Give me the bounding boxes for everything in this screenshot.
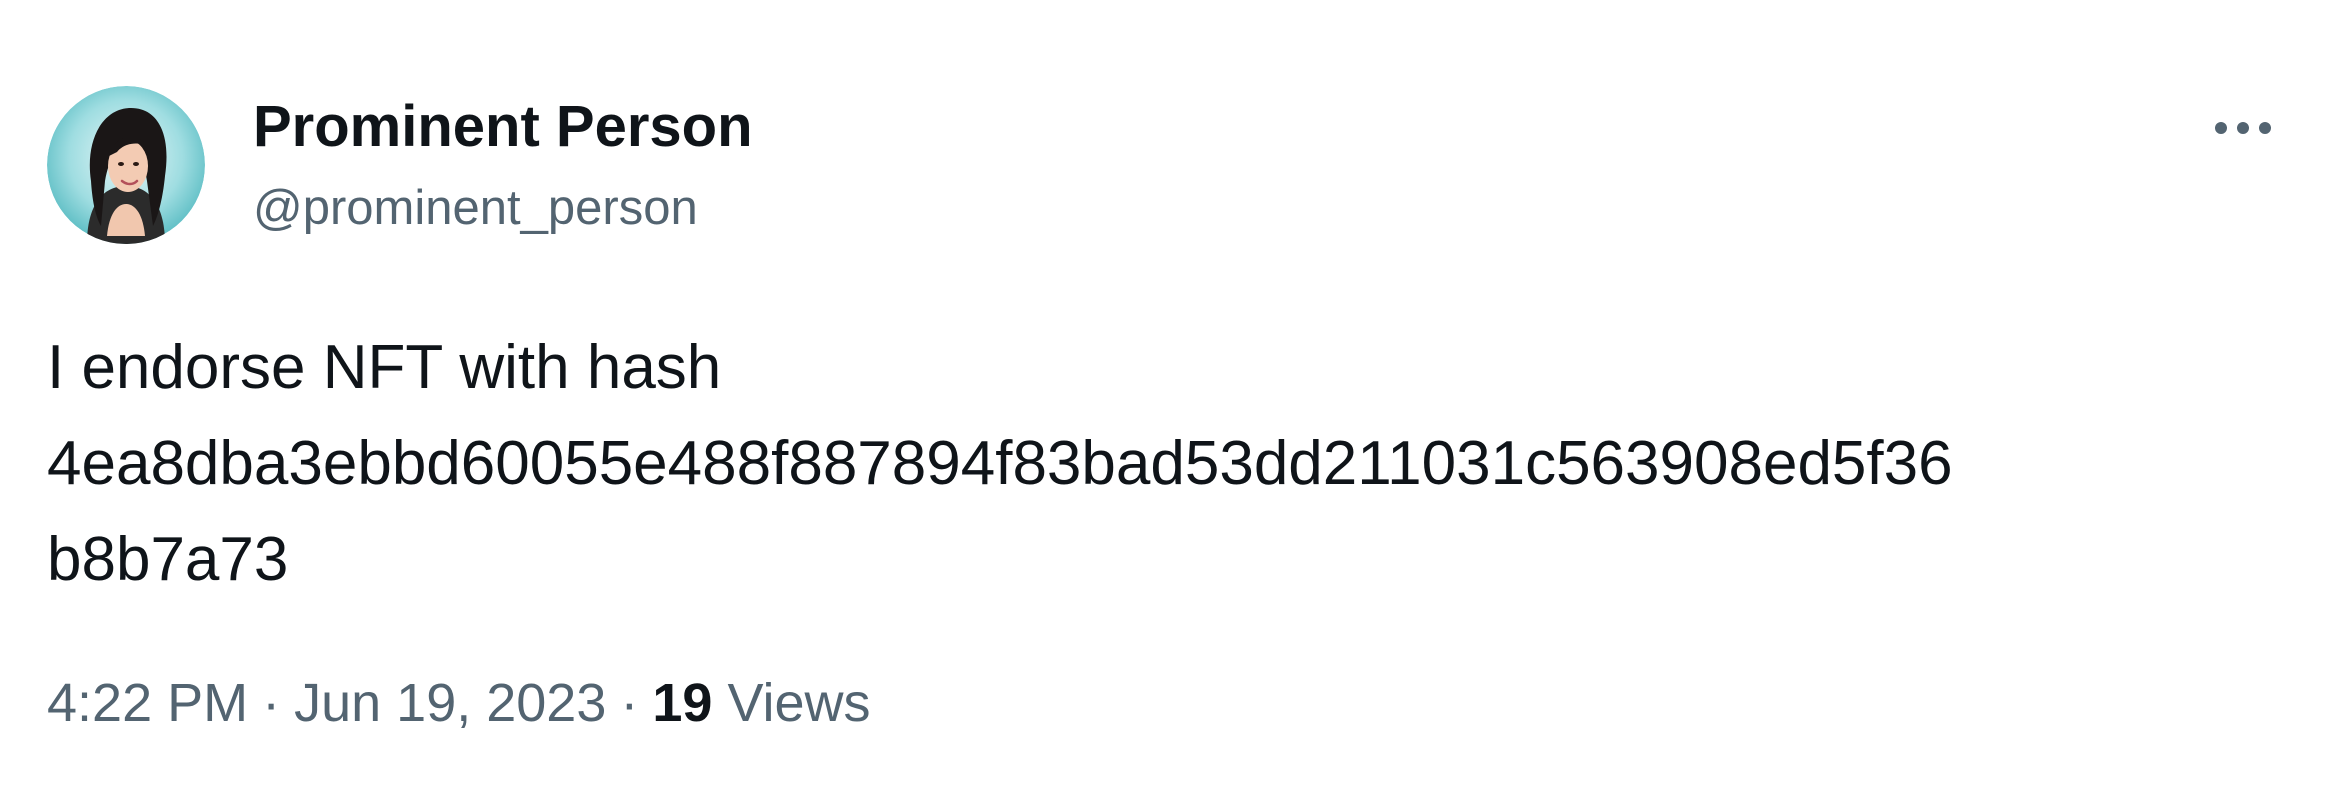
tweet-meta: 4:22 PM · Jun 19, 2023 · 19 Views: [47, 668, 871, 738]
more-options-button[interactable]: [2208, 100, 2278, 156]
meta-separator: ·: [262, 673, 281, 733]
tweet-text: I endorse NFT with hash 4ea8dba3ebbd6005…: [47, 320, 2287, 608]
more-horizontal-icon: [2215, 122, 2271, 134]
tweet-text-line: b8b7a73: [47, 525, 289, 594]
tweet-text-line: I endorse NFT with hash: [47, 333, 722, 402]
meta-separator: ·: [620, 673, 639, 733]
display-name[interactable]: Prominent Person: [253, 92, 753, 162]
tweet-time[interactable]: 4:22 PM: [47, 673, 248, 733]
views-count: 19: [652, 673, 713, 733]
tweet-text-line: 4ea8dba3ebbd60055e488f887894f83bad53dd21…: [47, 429, 1953, 498]
user-handle[interactable]: @prominent_person: [253, 178, 698, 238]
avatar[interactable]: [47, 86, 205, 244]
views-label: Views: [727, 673, 871, 733]
tweet-date[interactable]: Jun 19, 2023: [294, 673, 606, 733]
tweet-card: Prominent Person @prominent_person I end…: [0, 0, 2330, 790]
